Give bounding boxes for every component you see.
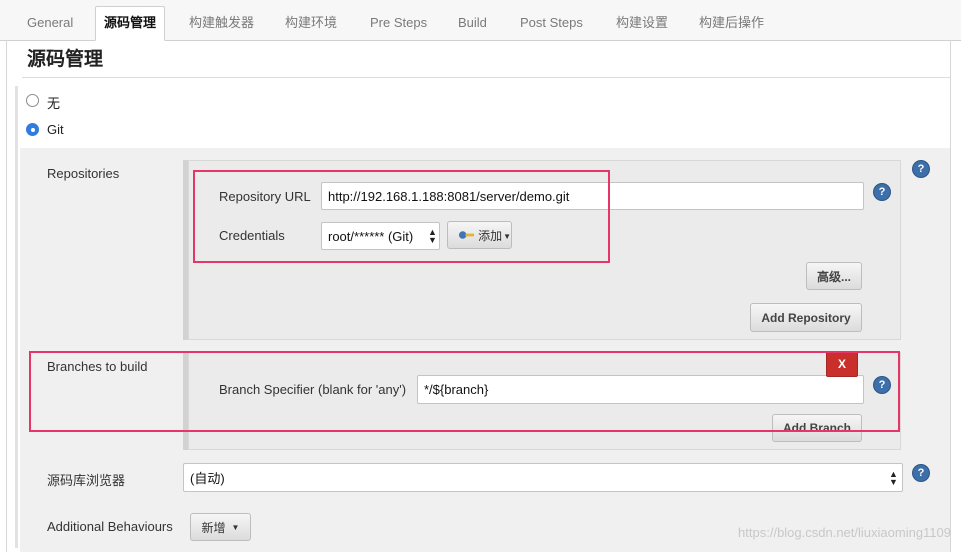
caret-down-icon: ▼ bbox=[231, 522, 240, 532]
radio-git[interactable] bbox=[26, 123, 39, 136]
add-behaviour-label: 新增 bbox=[201, 520, 226, 535]
tab-build-environment[interactable]: 构建环境 bbox=[285, 8, 337, 38]
radio-git-label: Git bbox=[47, 122, 64, 137]
tab-pre-steps[interactable]: Pre Steps bbox=[370, 8, 427, 38]
question-circle-icon[interactable]: ? bbox=[874, 184, 890, 200]
tab-post-build-actions[interactable]: 构建后操作 bbox=[699, 8, 764, 38]
frame-border-right bbox=[950, 40, 951, 552]
tab-scm[interactable]: 源码管理 bbox=[95, 6, 166, 41]
select-arrows-icon: ▲ ▼ bbox=[889, 469, 898, 487]
highlight-box-branches bbox=[29, 351, 900, 432]
add-behaviour-button[interactable]: 新增 ▼ bbox=[190, 513, 251, 541]
section-gutter bbox=[15, 86, 18, 548]
repositories-label: Repositories bbox=[47, 166, 120, 181]
section-title: 源码管理 bbox=[27, 49, 104, 70]
frame-border-left bbox=[6, 40, 7, 552]
add-repository-button[interactable]: Add Repository bbox=[750, 303, 862, 332]
repository-browser-label: 源码库浏览器 bbox=[47, 473, 126, 488]
highlight-box-repository bbox=[193, 170, 610, 263]
tab-build-triggers[interactable]: 构建触发器 bbox=[189, 8, 254, 38]
title-divider bbox=[22, 77, 950, 78]
repository-browser-value: (自动) bbox=[190, 471, 225, 486]
radio-none-label: 无 bbox=[47, 96, 61, 111]
additional-behaviours-label: Additional Behaviours bbox=[47, 519, 173, 534]
tab-general[interactable]: General bbox=[27, 8, 73, 38]
radio-none[interactable] bbox=[26, 94, 39, 107]
question-circle-icon[interactable]: ? bbox=[913, 465, 929, 481]
tab-build-settings[interactable]: 构建设置 bbox=[616, 8, 668, 38]
question-circle-icon[interactable]: ? bbox=[913, 161, 929, 177]
repository-browser-select[interactable]: (自动) bbox=[183, 463, 903, 492]
advanced-button[interactable]: 高级... bbox=[806, 262, 862, 290]
watermark: https://blog.csdn.net/liuxiaoming1109 bbox=[738, 525, 951, 540]
tab-build[interactable]: Build bbox=[458, 8, 487, 38]
tab-post-steps[interactable]: Post Steps bbox=[520, 8, 583, 38]
